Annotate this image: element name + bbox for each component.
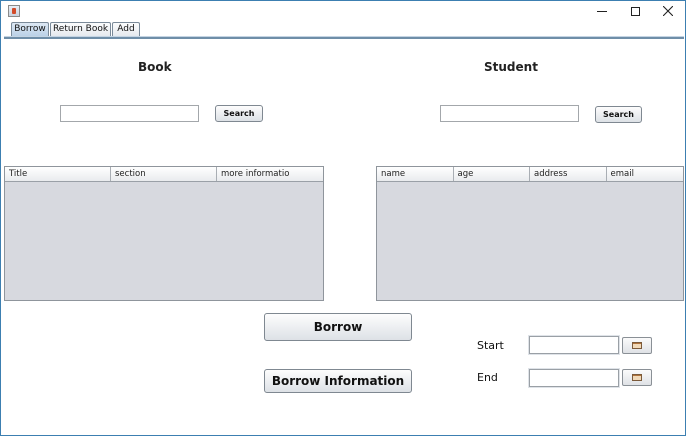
tab-return-book[interactable]: Return Book: [50, 22, 111, 37]
title-bar: [1, 1, 685, 21]
tab-divider: [4, 36, 684, 39]
column-header-title[interactable]: Title: [5, 167, 111, 181]
book-search-input[interactable]: [60, 105, 199, 122]
column-header-name[interactable]: name: [377, 167, 454, 181]
end-date-label: End: [477, 371, 498, 384]
end-date-field[interactable]: [529, 369, 619, 387]
tab-strip: Borrow Return Book Add: [1, 21, 685, 37]
column-header-section[interactable]: section: [111, 167, 217, 181]
start-date-field[interactable]: [529, 336, 619, 354]
maximize-button[interactable]: [618, 1, 652, 21]
minimize-icon: [597, 10, 607, 12]
calendar-icon: [632, 342, 642, 349]
column-header-more-information[interactable]: more informatio: [217, 167, 323, 181]
student-search-input[interactable]: [440, 105, 579, 122]
borrow-button[interactable]: Borrow: [264, 313, 412, 341]
column-header-age[interactable]: age: [454, 167, 530, 181]
close-icon: [663, 6, 673, 16]
column-header-email[interactable]: email: [607, 167, 684, 181]
student-table-header: name age address email: [377, 167, 683, 182]
student-table[interactable]: name age address email: [376, 166, 684, 301]
app-window: Borrow Return Book Add Book Student Sear…: [0, 0, 686, 436]
start-date-label: Start: [477, 339, 504, 352]
calendar-icon: [632, 374, 642, 381]
column-header-address[interactable]: address: [530, 167, 607, 181]
start-date-picker-button[interactable]: [622, 337, 652, 354]
minimize-button[interactable]: [585, 1, 619, 21]
maximize-icon: [630, 6, 640, 16]
student-search-button[interactable]: Search: [595, 106, 642, 123]
book-table[interactable]: Title section more informatio: [4, 166, 324, 301]
end-date-picker-button[interactable]: [622, 369, 652, 386]
book-search-button[interactable]: Search: [215, 105, 263, 122]
student-heading: Student: [484, 60, 538, 74]
java-app-icon: [8, 5, 20, 17]
tab-borrow[interactable]: Borrow: [11, 22, 49, 37]
borrow-information-button[interactable]: Borrow Information: [264, 369, 412, 393]
book-table-header: Title section more informatio: [5, 167, 323, 182]
tab-add[interactable]: Add: [112, 22, 140, 37]
book-heading: Book: [138, 60, 172, 74]
close-button[interactable]: [651, 1, 685, 21]
